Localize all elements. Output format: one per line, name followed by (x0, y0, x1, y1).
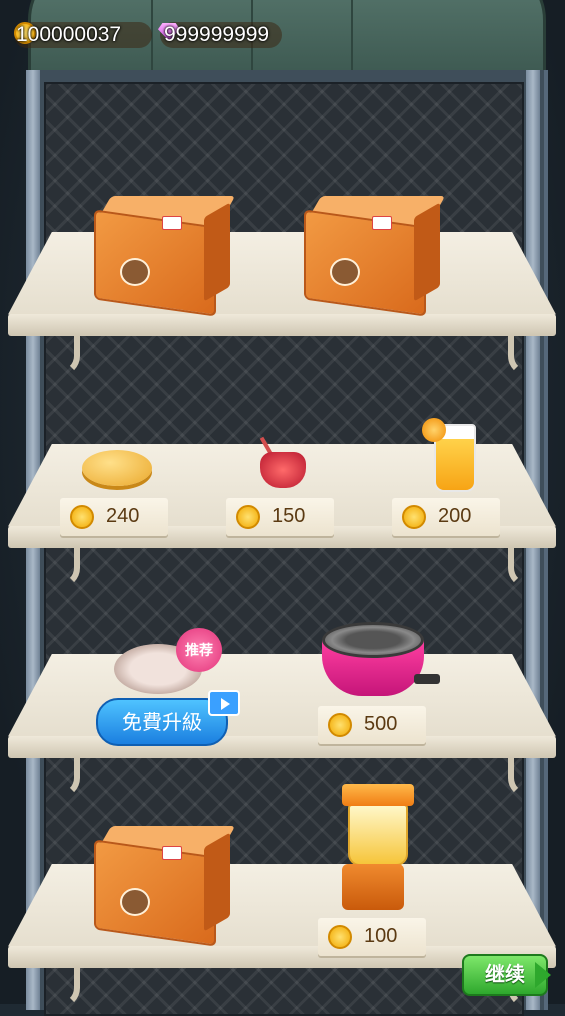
pot-rim (322, 622, 424, 658)
box-side (204, 202, 230, 302)
coin-icon (236, 505, 260, 529)
tag-icon (372, 216, 392, 230)
coin-amount: 100000037 (16, 23, 122, 46)
recommend-badge: 推荐 (176, 628, 222, 672)
bear-sticker-icon (330, 258, 360, 286)
coin-icon (402, 505, 426, 529)
pot-icon[interactable] (322, 622, 440, 702)
cabinet-divider (351, 0, 353, 73)
price-value: 150 (272, 505, 306, 527)
price-tag-jam[interactable]: 150 (226, 498, 334, 536)
jam-jar-icon[interactable] (260, 452, 306, 488)
shelf-bracket (508, 336, 540, 376)
box-face (304, 209, 426, 317)
shelf-bracket (508, 758, 540, 798)
price-tag-juice[interactable]: 200 (392, 498, 500, 536)
mystery-box-icon[interactable] (92, 196, 236, 317)
shelf-edge (8, 736, 556, 758)
juicer-jar (348, 804, 408, 866)
coin-icon (328, 713, 352, 737)
coin-icon (70, 505, 94, 529)
price-value: 500 (364, 713, 398, 735)
price-value: 200 (438, 505, 472, 527)
shelf-1 (8, 232, 556, 376)
mystery-box-icon[interactable] (92, 826, 236, 947)
tag-icon (162, 216, 182, 230)
tag-icon (162, 846, 182, 860)
pot-handle (414, 674, 440, 684)
price-value: 240 (106, 505, 140, 527)
price-tag-cheese[interactable]: 240 (60, 498, 168, 536)
arrow-right-icon (535, 962, 551, 988)
price-tag-pot[interactable]: 500 (318, 706, 426, 744)
mystery-box-icon[interactable] (302, 196, 446, 317)
box-side (414, 202, 440, 302)
cheese-icon[interactable] (82, 450, 152, 486)
juicer-base (342, 864, 404, 910)
juicer-icon[interactable] (336, 784, 416, 912)
orange-slice-icon (422, 418, 446, 442)
shelf-bracket (508, 548, 540, 588)
juicer-lid (342, 784, 414, 806)
box-face (94, 209, 216, 317)
box-side (204, 832, 230, 932)
shelf-edge (8, 314, 556, 336)
box-face (94, 839, 216, 947)
bear-sticker-icon (120, 258, 150, 286)
shelf-3 (8, 654, 556, 798)
gem-amount: 999999999 (164, 23, 270, 46)
video-ad-icon (208, 690, 240, 716)
price-value: 100 (364, 925, 398, 947)
price-tag-juicer[interactable]: 100 (318, 918, 426, 956)
bear-sticker-icon (120, 888, 150, 916)
coin-icon (328, 925, 352, 949)
